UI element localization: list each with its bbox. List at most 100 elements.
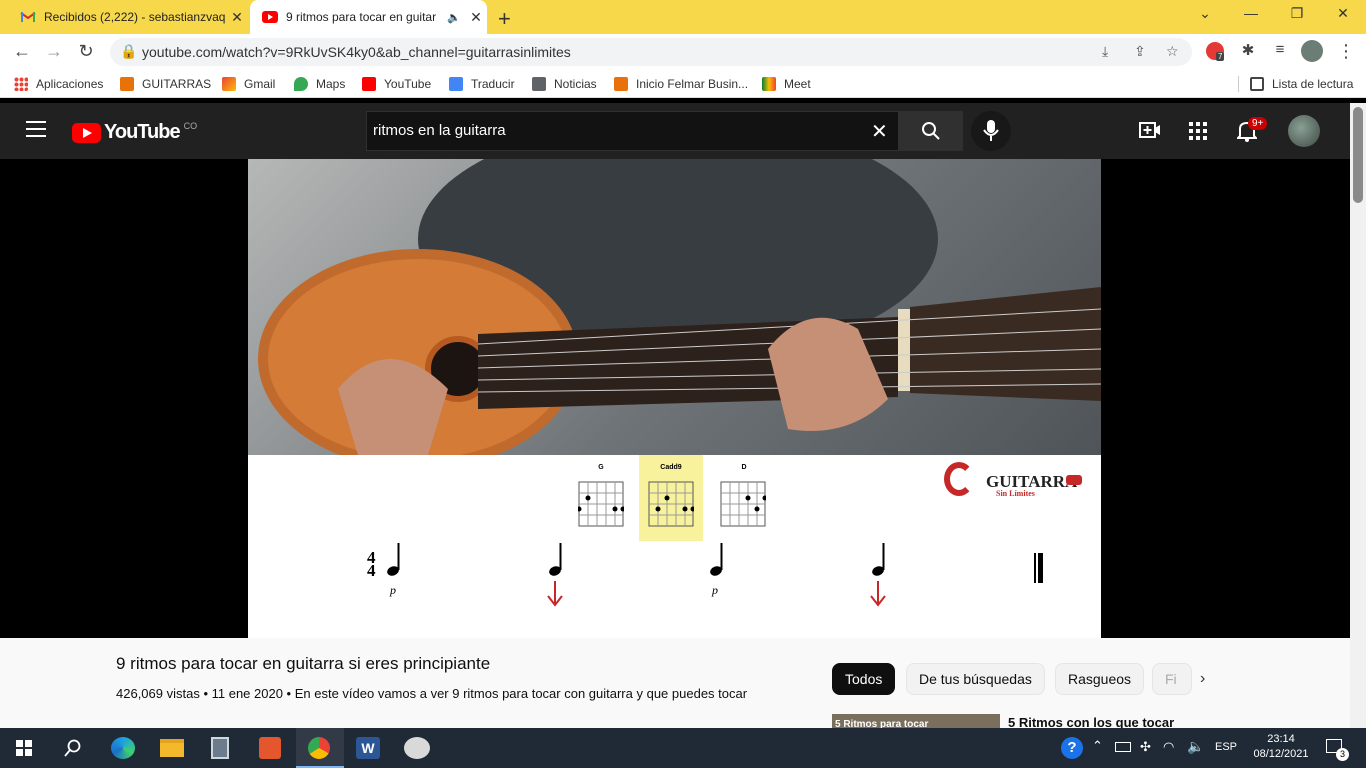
extension-badge: 7 [1216, 52, 1225, 61]
bookmark-youtube[interactable]: YouTube [362, 77, 431, 91]
edge-icon[interactable] [111, 737, 135, 759]
tab-title: Recibidos (2,222) - sebastianzvaq [44, 10, 226, 24]
back-icon[interactable]: ← [10, 41, 34, 62]
news-icon [532, 77, 546, 91]
page-scrollbar[interactable] [1350, 103, 1366, 728]
paint-icon[interactable] [404, 737, 430, 759]
video-player[interactable]: G Cadd9 D GUITARRA Sin Límites 4 4 p p [248, 159, 1101, 638]
notification-count: 3 [1336, 748, 1349, 761]
volume-icon[interactable]: 🔈 [1187, 738, 1204, 755]
clear-search-icon[interactable]: ✕ [871, 119, 888, 144]
star-icon[interactable]: ☆ [1166, 43, 1179, 60]
related-thumbnail[interactable]: 5 Ritmos para tocar [832, 714, 1000, 728]
youtube-logo[interactable]: YouTube CO [72, 121, 197, 144]
barline-thin [1034, 553, 1036, 583]
menu-icon[interactable]: ⋮ [1334, 41, 1358, 62]
create-video-icon[interactable] [1139, 121, 1161, 139]
bookmark-noticias[interactable]: Noticias [532, 77, 597, 91]
meet-icon [762, 77, 776, 91]
search-input[interactable]: ritmos en la guitarra ✕ [366, 111, 899, 151]
search-button[interactable] [899, 111, 963, 151]
word-icon[interactable]: W [356, 737, 380, 759]
share-icon[interactable]: ⇪ [1134, 43, 1146, 60]
extension-icon[interactable]: 7 [1206, 42, 1225, 61]
search-icon [922, 122, 940, 140]
address-bar[interactable]: 🔒 youtube.com/watch?v=9RkUvSK4ky0&ab_cha… [110, 38, 1192, 66]
bookmark-guitarras[interactable]: GUITARRAS [120, 77, 211, 91]
chip-rasgueos[interactable]: Rasgueos [1055, 663, 1145, 695]
profile-avatar[interactable] [1301, 40, 1323, 62]
wifi-icon[interactable]: ◠ [1163, 739, 1174, 755]
bookmark-gmail[interactable]: Gmail [222, 77, 275, 91]
help-icon[interactable]: ? [1061, 737, 1083, 759]
quarter-note [549, 543, 562, 576]
chevron-up-icon[interactable]: ⌃ [1092, 738, 1103, 754]
restore-button[interactable]: ❐ [1274, 5, 1320, 22]
chord-diagram-cadd9 [648, 481, 694, 527]
down-strum-arrow [870, 581, 886, 607]
minimize-button[interactable]: — [1228, 5, 1274, 21]
youtube-play-icon [72, 122, 101, 143]
url-text: youtube.com/watch?v=9RkUvSK4ky0&ab_chann… [142, 44, 571, 60]
speaker-icon[interactable]: 🔈 [447, 11, 461, 24]
search-icon[interactable] [64, 739, 82, 757]
scrollbar-thumb[interactable] [1353, 107, 1363, 203]
battery-icon[interactable] [1115, 742, 1131, 752]
tab-search-icon[interactable]: ⌄ [1182, 5, 1228, 22]
file-explorer-icon[interactable] [160, 739, 184, 757]
watch-metadata: 9 ritmos para tocar en guitarra si eres … [0, 638, 1350, 730]
windows-start-icon[interactable] [16, 740, 32, 756]
office-icon[interactable] [259, 737, 281, 759]
chord-label-d: D [741, 464, 747, 471]
guitar-head-icon [1066, 475, 1082, 485]
brand-subtitle: Sin Límites [996, 489, 1035, 498]
puzzle-icon[interactable]: ✱ [1236, 41, 1260, 59]
logo-text: YouTube [104, 121, 181, 143]
hamburger-menu-icon[interactable] [26, 121, 46, 137]
bookmarks-bar: Aplicaciones GUITARRAS Gmail Maps YouTub… [0, 70, 1366, 98]
quarter-note [872, 543, 885, 576]
chrome-taskbar-item[interactable] [296, 728, 344, 768]
forward-icon[interactable]: → [42, 41, 66, 62]
folder-icon [120, 77, 134, 91]
dropbox-icon[interactable]: ✣ [1140, 739, 1151, 755]
notification-badge: 9+ [1248, 117, 1268, 130]
calculator-icon[interactable] [211, 737, 229, 759]
dynamic-mark: p [712, 583, 718, 597]
chip-truncated[interactable]: Fi [1152, 663, 1192, 695]
video-title: 9 ritmos para tocar en guitarra si eres … [116, 654, 491, 673]
quarter-note [710, 543, 723, 576]
browser-toolbar: ← → ↻ 🔒 youtube.com/watch?v=9RkUvSK4ky0&… [0, 34, 1366, 70]
bookmark-traducir[interactable]: Traducir [449, 77, 515, 91]
install-icon[interactable]: ⤓ [1102, 43, 1108, 60]
lock-icon[interactable]: 🔒 [120, 43, 137, 60]
down-strum-arrow [547, 581, 563, 607]
bookmark-apps[interactable]: Aplicaciones [14, 77, 103, 91]
youtube-icon [262, 11, 278, 23]
clock[interactable]: 23:14 08/12/2021 [1245, 732, 1317, 762]
bookmark-meet[interactable]: Meet [762, 77, 811, 91]
divider [1238, 76, 1239, 92]
language-indicator[interactable]: ESP [1215, 741, 1237, 753]
account-avatar[interactable] [1288, 115, 1320, 147]
tab-youtube-active[interactable]: 9 ritmos para tocar en guitar 🔈 ✕ [250, 0, 487, 34]
close-icon[interactable]: ✕ [465, 9, 487, 26]
quarter-note [387, 543, 400, 576]
reading-list-button[interactable]: Lista de lectura [1250, 77, 1353, 91]
close-window-button[interactable]: ✕ [1320, 5, 1366, 22]
new-tab-button[interactable]: + [498, 6, 511, 32]
reload-icon[interactable]: ↻ [74, 41, 98, 62]
bookmark-maps[interactable]: Maps [294, 77, 345, 91]
close-icon[interactable]: ✕ [226, 9, 248, 26]
barline-thick [1038, 553, 1043, 583]
chevron-right-icon[interactable]: › [1200, 670, 1205, 688]
chip-de-tus-busquedas[interactable]: De tus búsquedas [906, 663, 1045, 695]
media-control-icon[interactable]: ≡ [1268, 41, 1292, 58]
voice-search-button[interactable] [971, 111, 1011, 151]
tab-gmail[interactable]: Recibidos (2,222) - sebastianzvaq ✕ [8, 0, 248, 34]
gmail-icon [20, 12, 36, 22]
chip-todos[interactable]: Todos [832, 663, 896, 695]
bookmark-felmar[interactable]: Inicio Felmar Busin... [614, 77, 748, 91]
site-icon [614, 77, 628, 91]
apps-grid-icon[interactable] [1189, 122, 1207, 140]
